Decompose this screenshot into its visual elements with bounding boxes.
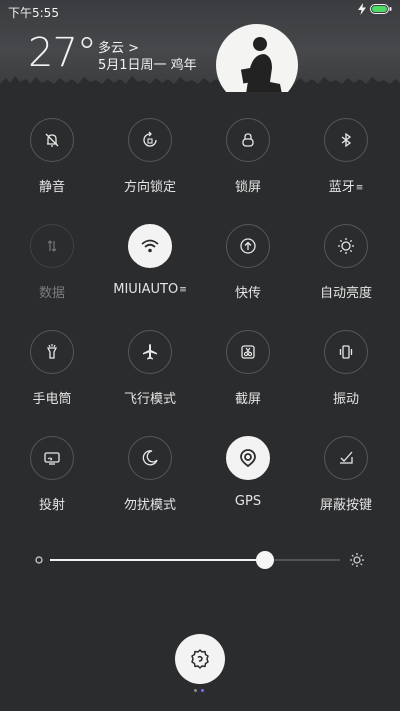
toggle-label: MIUIAUTO≡ [113, 282, 187, 297]
toggle-label: 飞行模式 [123, 392, 176, 407]
brightness-low-icon [35, 556, 43, 564]
toggle-screenshot[interactable]: 截屏 [199, 330, 297, 420]
notification-header: 下午5:55 27° 多云 > 5月1日周一 鸡年 [0, 0, 400, 92]
rotation-lock-icon [128, 118, 172, 162]
toggle-label: GPS [234, 494, 262, 509]
settings-button[interactable] [175, 634, 225, 684]
toggle-label: 静音 [38, 180, 65, 195]
gps-icon [226, 436, 270, 480]
toggle-cast[interactable]: 投射 [3, 436, 101, 526]
toggle-label: 手电筒 [32, 392, 72, 407]
reading-figure-icon [240, 37, 282, 92]
wifi-icon [128, 224, 172, 268]
toggle-label: 锁屏 [234, 180, 261, 195]
toggle-label: 快传 [234, 286, 261, 301]
more-options-icon: ≡ [355, 182, 364, 193]
quick-transfer-icon [226, 224, 270, 268]
brightness-slider[interactable] [30, 548, 370, 572]
toggle-label: 振动 [332, 392, 359, 407]
bluetooth-icon [324, 118, 368, 162]
slider-fill [50, 559, 265, 561]
toggle-label: 截屏 [234, 392, 261, 407]
more-options-icon: ≡ [179, 284, 187, 295]
gear-icon [191, 649, 209, 669]
block-keys-icon [324, 436, 368, 480]
toggle-lock-screen[interactable]: 锁屏 [199, 118, 297, 208]
brightness-high-icon [350, 553, 364, 567]
moon-illustration [216, 24, 298, 92]
page-indicator [194, 689, 204, 692]
toggle-label: 投射 [38, 498, 65, 513]
auto-brightness-icon [324, 224, 368, 268]
mobile-data-icon [30, 224, 74, 268]
toggle-block-keys[interactable]: 屏蔽按键 [297, 436, 395, 526]
slider-knob[interactable] [255, 551, 274, 569]
moon-icon [128, 436, 172, 480]
grass-silhouette [0, 76, 400, 92]
flashlight-icon [30, 330, 74, 374]
toggle-do-not-disturb[interactable]: 勿扰模式 [101, 436, 199, 526]
toggle-label: 勿扰模式 [123, 498, 176, 513]
toggle-airplane[interactable]: 飞行模式 [101, 330, 199, 420]
vibrate-icon [324, 330, 368, 374]
bell-off-icon [30, 118, 74, 162]
toggle-bluetooth[interactable]: 蓝牙≡ [297, 118, 395, 208]
toggle-flashlight[interactable]: 手电筒 [3, 330, 101, 420]
page-dot [194, 689, 197, 692]
cast-icon [30, 436, 74, 480]
temperature[interactable]: 27° [28, 30, 97, 76]
toggle-quick-transfer[interactable]: 快传 [199, 224, 297, 314]
page-dot [201, 689, 204, 692]
toggle-label: 屏蔽按键 [319, 498, 372, 513]
status-bar: 下午5:55 [0, 0, 400, 22]
toggle-wifi[interactable]: MIUIAUTO≡ [101, 224, 199, 314]
toggle-gps[interactable]: GPS [199, 436, 297, 526]
toggle-rotation-lock[interactable]: 方向锁定 [101, 118, 199, 208]
screenshot-icon [226, 330, 270, 374]
toggle-vibrate[interactable]: 振动 [297, 330, 395, 420]
status-time: 下午5:55 [8, 6, 59, 20]
toggle-label: 蓝牙≡ [328, 180, 364, 195]
lock-icon [226, 118, 270, 162]
battery-icon [370, 4, 392, 14]
toggle-label: 自动亮度 [319, 286, 372, 301]
toggle-silent[interactable]: 静音 [3, 118, 101, 208]
status-icons [358, 3, 392, 15]
toggle-label: 数据 [38, 286, 65, 301]
toggle-mobile-data[interactable]: 数据 [3, 224, 101, 314]
charging-bolt-icon [358, 3, 366, 15]
toggle-auto-brightness[interactable]: 自动亮度 [297, 224, 395, 314]
airplane-icon [128, 330, 172, 374]
date-label: 5月1日周一 鸡年 [98, 58, 197, 73]
toggle-label: 方向锁定 [123, 180, 176, 195]
